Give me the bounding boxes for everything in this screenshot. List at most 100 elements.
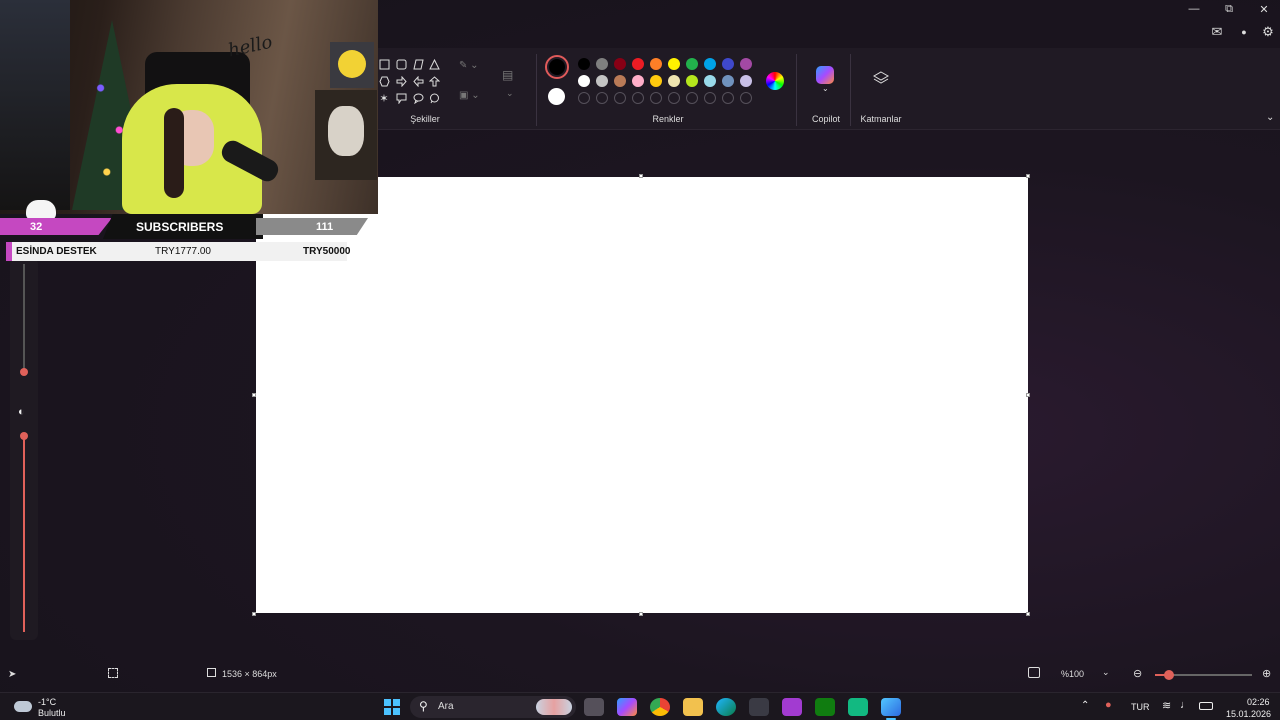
rectangle-shape-icon[interactable] [377,57,391,71]
wifi-icon[interactable]: ≋ [1162,699,1171,712]
microphone-icon[interactable]: ● [1105,699,1112,711]
custom-color-slot[interactable] [740,92,752,104]
star-shape-icon[interactable]: ✶ [377,91,391,105]
polygon-shape-icon[interactable] [411,57,425,71]
color-swatch[interactable] [596,58,608,70]
opacity-slider-track[interactable] [23,436,25,632]
chrome-icon[interactable] [650,698,670,716]
battery-icon[interactable] [1199,702,1213,710]
subscribers-label: SUBSCRIBERS [136,220,224,234]
color-swatch[interactable] [740,75,752,87]
callout-cloud-shape-icon[interactable] [427,91,441,105]
color-swatch[interactable] [578,75,590,87]
color-swatch[interactable] [614,58,626,70]
custom-color-slot[interactable] [686,92,698,104]
language-indicator[interactable]: TUR [1131,702,1150,712]
paint-icon[interactable] [881,698,901,716]
canvas-resize-handle[interactable] [639,174,643,178]
size-slider-track[interactable] [23,264,25,372]
left-arrow-shape-icon[interactable] [411,74,425,88]
share-icon[interactable]: ✉ [1207,22,1227,42]
zoom-select[interactable]: %100 ⌄ [1052,663,1118,683]
callout-oval-shape-icon[interactable] [411,91,425,105]
custom-color-slot[interactable] [632,92,644,104]
zoom-slider-thumb[interactable] [1164,670,1174,680]
custom-color-slot[interactable] [668,92,680,104]
zoom-out-icon[interactable]: ⊖ [1133,667,1142,680]
weather-widget[interactable]: -1°C Bulutlu [12,695,82,719]
canvas-resize-handle[interactable] [252,612,256,616]
color-swatch[interactable] [704,58,716,70]
canvas-resize-handle[interactable] [1026,393,1030,397]
custom-color-slot[interactable] [578,92,590,104]
color-swatch[interactable] [596,75,608,87]
opacity-slider-thumb[interactable] [20,432,28,440]
start-button[interactable] [382,698,402,716]
minimize-button[interactable]: — [1177,0,1211,18]
settings-icon[interactable]: ⚙ [1258,22,1278,42]
edit-colors-icon[interactable] [766,72,784,90]
edge-icon[interactable] [716,698,736,716]
task-view-icon[interactable] [584,698,604,716]
taskbar-search[interactable]: ⚲ Ara [410,696,576,718]
canvas-resize-handle[interactable] [1026,174,1030,178]
rounded-rectangle-shape-icon[interactable] [394,57,408,71]
custom-color-slot[interactable] [614,92,626,104]
custom-color-slot[interactable] [596,92,608,104]
app-icon[interactable] [782,698,802,716]
color-swatch[interactable] [668,75,680,87]
color-swatch[interactable] [686,75,698,87]
app-green-icon[interactable] [848,698,868,716]
color-swatch[interactable] [740,58,752,70]
brushes-dropdown-icon[interactable]: ⌄ [506,88,514,99]
color-swatch[interactable] [632,58,644,70]
drawing-canvas[interactable] [256,177,1028,613]
color-swatch[interactable] [632,75,644,87]
color-swatch[interactable] [614,75,626,87]
primary-color[interactable] [545,55,569,79]
color-swatch[interactable] [722,75,734,87]
clock-date[interactable]: 15.01.2026 [1226,709,1271,719]
sub-count-left: 32 [30,221,43,233]
store-icon[interactable] [749,698,769,716]
fit-to-window-icon[interactable] [1028,667,1040,678]
copilot-taskbar-icon[interactable] [617,698,637,716]
canvas-resize-handle[interactable] [252,393,256,397]
cloud-icon [14,701,32,712]
fill-icon[interactable]: ▣ ⌄ [459,90,480,101]
canvas-resize-handle[interactable] [1026,612,1030,616]
hexagon-shape-icon[interactable] [377,74,391,88]
ribbon-expand-icon[interactable]: ⌄ [1266,112,1274,123]
clock-time[interactable]: 02:26 [1247,697,1270,707]
custom-color-slot[interactable] [722,92,734,104]
custom-color-slot[interactable] [704,92,716,104]
layers-button[interactable]: Katmanlar [856,70,906,128]
xbox-icon[interactable] [815,698,835,716]
color-swatch[interactable] [722,58,734,70]
brushes-icon[interactable]: ▤ [502,68,513,82]
canvas-resize-handle[interactable] [639,612,643,616]
triangle-shape-icon[interactable] [427,57,441,71]
account-icon[interactable]: ● [1234,22,1254,42]
color-swatch[interactable] [704,75,716,87]
color-swatch[interactable] [650,58,662,70]
size-slider-thumb[interactable] [20,368,28,376]
copilot-button[interactable]: ⌄ Copilot [806,66,846,128]
color-swatch[interactable] [686,58,698,70]
color-swatch[interactable] [578,58,590,70]
outline-icon[interactable]: ✎ ⌄ [459,60,479,71]
right-arrow-shape-icon[interactable] [394,74,408,88]
file-explorer-icon[interactable] [683,698,703,716]
color-swatch[interactable] [668,58,680,70]
color-swatch[interactable] [650,75,662,87]
secondary-color[interactable] [548,88,565,105]
volume-icon[interactable]: ♩ [1180,699,1191,711]
close-button[interactable]: ✕ [1247,0,1280,18]
up-arrow-shape-icon[interactable] [427,74,441,88]
restore-button[interactable]: ⧉ [1212,0,1246,18]
wall-photo [0,0,70,210]
chevron-up-icon[interactable]: ⌃ [1081,700,1089,711]
zoom-in-icon[interactable]: ⊕ [1262,667,1271,680]
custom-color-slot[interactable] [650,92,662,104]
callout-rect-shape-icon[interactable] [394,91,408,105]
